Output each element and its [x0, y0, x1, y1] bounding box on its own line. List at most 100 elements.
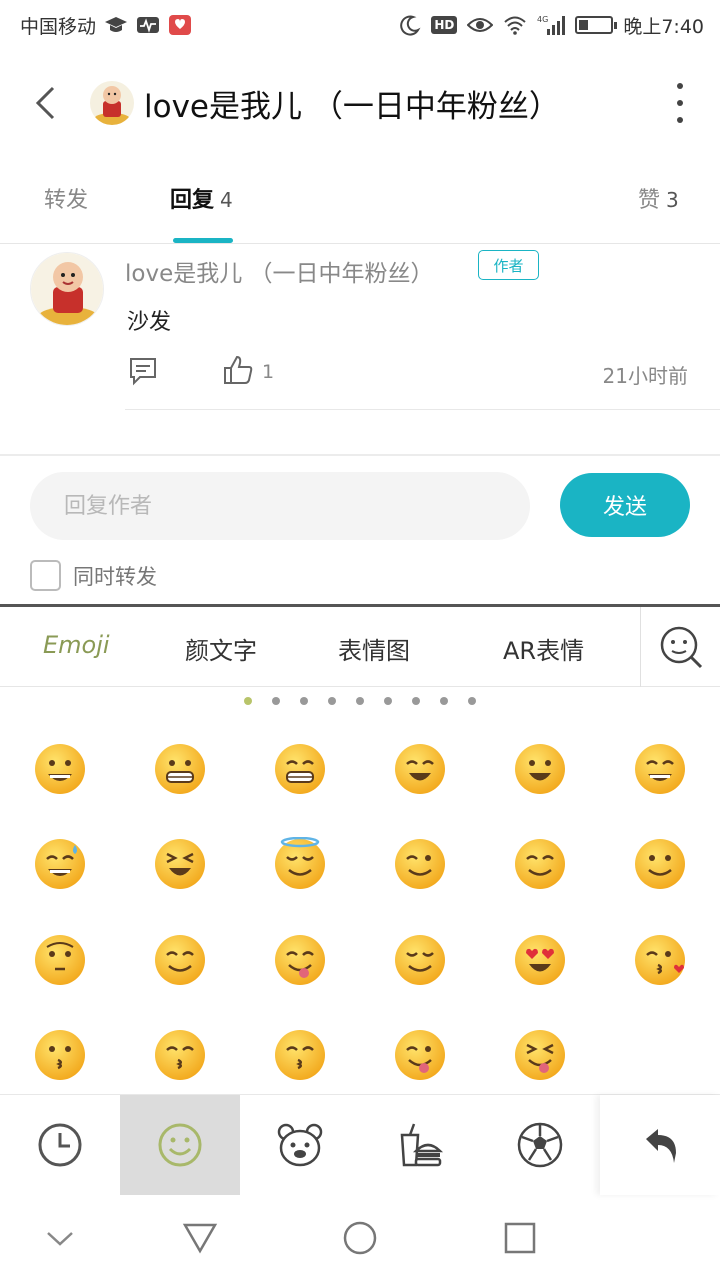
tab-replies[interactable]: 回复 4: [170, 182, 233, 214]
emoji-item[interactable]: [393, 1028, 447, 1082]
tab-forward[interactable]: 转发: [44, 182, 88, 214]
pulse-icon: [136, 15, 160, 35]
page-dot: [440, 697, 448, 705]
emoji-item[interactable]: [273, 742, 327, 796]
emoji-item[interactable]: [513, 1028, 567, 1082]
page-dot: [328, 697, 336, 705]
comment-time: 21小时前: [602, 364, 688, 388]
emoji-item[interactable]: [33, 837, 87, 891]
divider: [0, 454, 720, 456]
emoji-item[interactable]: [33, 1028, 87, 1082]
graduation-cap-icon: [104, 15, 128, 35]
page-dot: [412, 697, 420, 705]
bear-icon: [277, 1123, 323, 1167]
food-icon: [400, 1123, 444, 1167]
emoji-search-button[interactable]: [640, 607, 720, 687]
emoji-tab-bar: Emoji 颜文字 表情图 AR表情: [0, 607, 720, 687]
emoji-item[interactable]: [633, 933, 687, 987]
title-bar: love是我儿 （一日中年粉丝）: [0, 58, 720, 148]
chevron-left-icon: [35, 86, 55, 120]
circle-home-icon: [343, 1221, 377, 1255]
active-tab-indicator: [173, 238, 233, 243]
emoji-item[interactable]: [513, 837, 567, 891]
emoji-item[interactable]: [513, 933, 567, 987]
emoji-item[interactable]: [513, 742, 567, 796]
emoji-search-icon: [660, 626, 702, 669]
tab-likes-count: 3: [666, 188, 679, 212]
more-options-button[interactable]: [670, 83, 690, 123]
emoji-item[interactable]: [153, 837, 207, 891]
page-dot: [468, 697, 476, 705]
category-sports[interactable]: [480, 1095, 600, 1195]
emoji-item[interactable]: [633, 742, 687, 796]
forward-label: 同时转发: [73, 564, 157, 589]
comment-item: love是我儿 （一日中年粉丝） 作者 沙发 1 21小时前: [0, 244, 720, 454]
emoji-item[interactable]: [153, 742, 207, 796]
nav-recents-button[interactable]: [498, 1216, 542, 1260]
category-smileys[interactable]: [120, 1095, 240, 1195]
emoji-item[interactable]: [153, 933, 207, 987]
emoji-tab-stickers[interactable]: 表情图: [338, 631, 410, 666]
undo-icon: [646, 1129, 676, 1163]
emoji-item[interactable]: [393, 933, 447, 987]
emoji-item[interactable]: [393, 742, 447, 796]
battery-icon: [575, 16, 618, 34]
forward-option[interactable]: 同时转发: [30, 560, 157, 591]
emoji-item[interactable]: [153, 1028, 207, 1082]
comment-author[interactable]: love是我儿 （一日中年粉丝）: [125, 254, 434, 288]
nav-back-button[interactable]: [178, 1216, 222, 1260]
emoji-item[interactable]: [33, 933, 87, 987]
page-indicator: [0, 697, 720, 705]
wifi-icon: [503, 15, 527, 35]
page-dot: [272, 697, 280, 705]
page-dot: [244, 697, 252, 705]
undo-button[interactable]: [600, 1095, 720, 1195]
reply-input[interactable]: [30, 472, 530, 540]
category-food[interactable]: [360, 1095, 480, 1195]
comment-text: 沙发: [127, 310, 172, 335]
more-dot: [677, 117, 683, 123]
page-title: love是我儿 （一日中年粉丝）: [144, 88, 560, 125]
carrier-label: 中国移动: [20, 15, 97, 38]
category-animals[interactable]: [240, 1095, 360, 1195]
tab-bar: 转发 回复 4 赞3: [0, 160, 720, 244]
title-avatar[interactable]: [90, 81, 134, 125]
signal-icon: 4G: [537, 14, 566, 36]
page-dot: [356, 697, 364, 705]
triangle-back-icon: [182, 1223, 218, 1254]
send-button[interactable]: 发送: [560, 473, 690, 537]
tab-likes-label: 赞: [638, 188, 661, 213]
reply-icon[interactable]: [128, 356, 158, 386]
app-notification-icon: [168, 14, 192, 36]
avatar[interactable]: [30, 252, 104, 326]
like-icon[interactable]: [222, 354, 254, 386]
emoji-item[interactable]: [33, 742, 87, 796]
back-button[interactable]: [0, 58, 90, 148]
emoji-item[interactable]: [273, 1028, 327, 1082]
tab-replies-count: 4: [220, 188, 233, 212]
tab-likes[interactable]: 赞3: [638, 182, 679, 214]
recent-icon: [38, 1123, 82, 1167]
category-recent[interactable]: [0, 1095, 120, 1195]
forward-checkbox[interactable]: [30, 560, 61, 591]
emoji-item[interactable]: [633, 837, 687, 891]
emoji-tab-ar[interactable]: AR表情: [503, 631, 584, 666]
emoji-item[interactable]: [393, 837, 447, 891]
system-nav-bar: [0, 1196, 720, 1280]
emoji-tab-kaomoji[interactable]: 颜文字: [185, 631, 257, 666]
nav-home-button[interactable]: [338, 1216, 382, 1260]
smiley-icon: [158, 1123, 202, 1167]
hd-icon: HD: [431, 16, 458, 34]
moon-icon: [399, 14, 421, 36]
page-dot: [384, 697, 392, 705]
hide-keyboard-button[interactable]: [38, 1216, 82, 1260]
page-dot: [300, 697, 308, 705]
tab-forward-label: 转发: [44, 188, 89, 213]
network-type-label: 4G: [537, 15, 548, 24]
emoji-item[interactable]: [273, 836, 327, 891]
author-badge: 作者: [478, 250, 539, 280]
tab-replies-label: 回复: [170, 188, 215, 213]
emoji-tab-emoji[interactable]: Emoji: [43, 631, 110, 659]
square-recents-icon: [504, 1222, 536, 1254]
emoji-item[interactable]: [273, 933, 327, 987]
